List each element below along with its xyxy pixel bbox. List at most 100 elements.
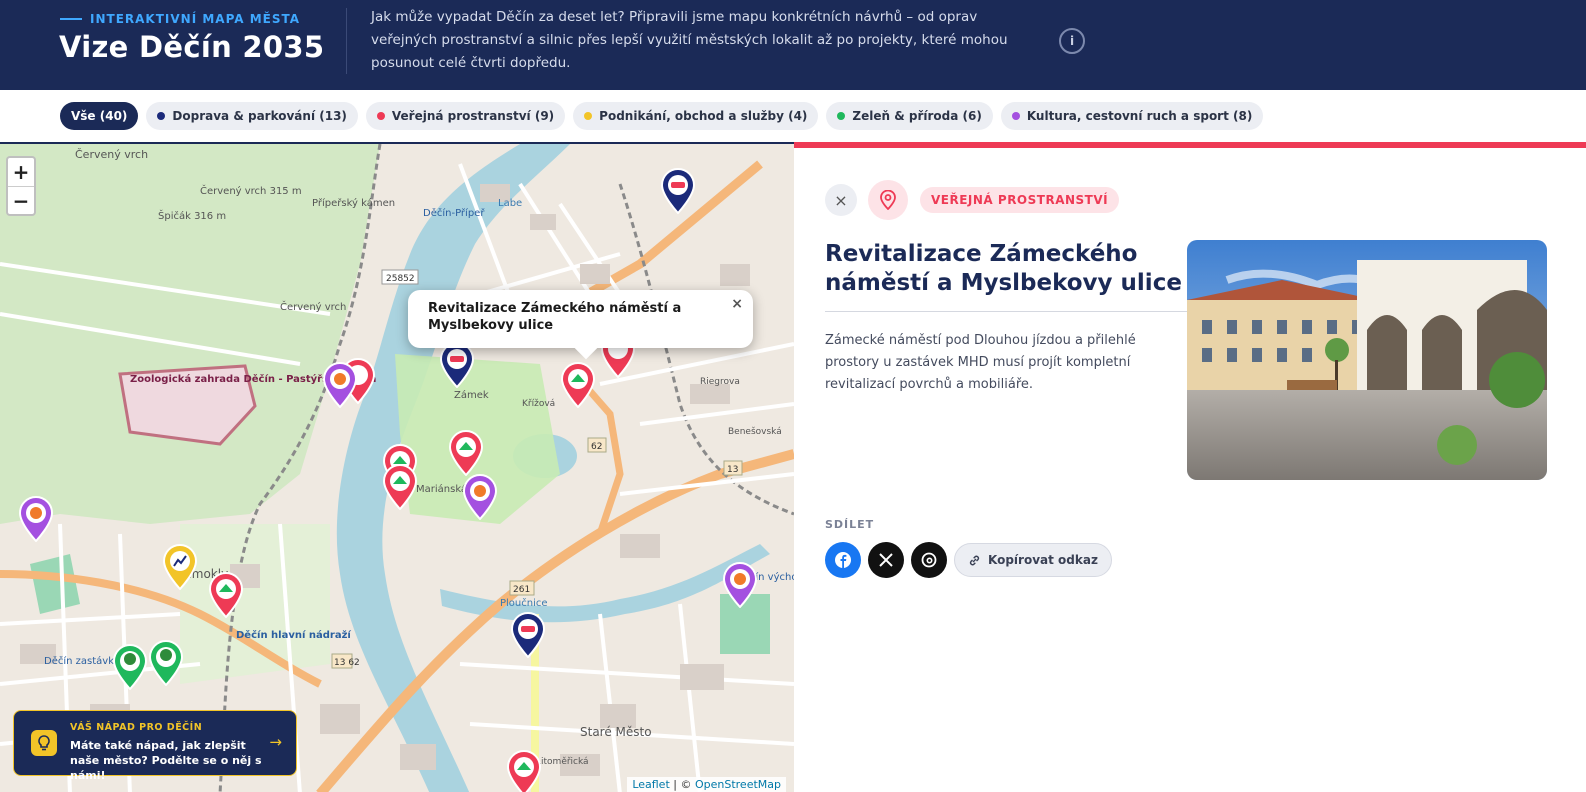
- zoom-in-button[interactable]: +: [8, 158, 34, 186]
- eyebrow-text: INTERAKTIVNÍ MAPA MĚSTA: [90, 12, 301, 26]
- header-intro: Jak může vypadat Děčín za deset let? Při…: [371, 9, 1008, 71]
- category-dot: [584, 112, 593, 120]
- ball-icon: [474, 485, 486, 497]
- map-attribution: Leaflet | © OpenStreetMap: [627, 777, 786, 792]
- popup-title: Revitalizace Zámeckého náměstí a Myslbek…: [428, 301, 682, 333]
- map-label: Děčín hlavní nádraží: [236, 629, 351, 641]
- link-icon: [969, 555, 980, 565]
- popup-close-button[interactable]: ×: [731, 296, 743, 313]
- map-pin-zelen[interactable]: [148, 640, 184, 686]
- map-label: Přípeřský kámen: [312, 197, 395, 209]
- category-filters: Vše (40) Doprava & parkování (13) Veřejn…: [60, 102, 1264, 130]
- road-number: 13 62: [334, 658, 360, 668]
- road-number: 261: [513, 585, 530, 595]
- zoom-out-button[interactable]: −: [8, 186, 34, 214]
- arrow-right-icon: →: [269, 733, 282, 751]
- map-pin-kultura[interactable]: [18, 496, 54, 542]
- filter-verejna-prostranstvi[interactable]: Veřejná prostranství (9): [365, 102, 566, 130]
- map-label: Staré Město: [580, 725, 652, 739]
- filter-doprava[interactable]: Doprava & parkování (13): [146, 102, 358, 130]
- road-number: 25852: [386, 274, 415, 284]
- map-pin-doprava[interactable]: [660, 168, 696, 214]
- eyebrow-line: [60, 18, 82, 20]
- info-button[interactable]: i: [1059, 28, 1085, 54]
- filter-label: Kultura, cestovní ruch a sport (8): [1026, 109, 1253, 123]
- idea-cta-card[interactable]: VÁŠ NÁPAD PRO DĚČÍN Máte také nápad, jak…: [13, 710, 297, 782]
- title-divider: [825, 311, 1187, 312]
- filter-label: Vše (40): [71, 109, 128, 123]
- close-button[interactable]: ×: [825, 184, 857, 216]
- threads-share-button[interactable]: [911, 542, 947, 578]
- share-label: SDÍLET: [825, 518, 875, 531]
- map-label: Benešovská: [728, 426, 782, 437]
- map-label: Litoměřická: [536, 757, 589, 767]
- map-pin-verejna[interactable]: [208, 572, 244, 618]
- map-pin-verejna[interactable]: [382, 464, 418, 510]
- map-pin-kultura[interactable]: [322, 362, 358, 408]
- detail-panel: × VEŘEJNÁ PROSTRANSTVÍ Revitalizace Záme…: [794, 142, 1586, 792]
- map-pin-podnikani[interactable]: [162, 544, 198, 590]
- map-label: Červený vrch 315 m: [200, 184, 302, 197]
- detail-title: Revitalizace Zámeckého náměstí a Myslbek…: [825, 241, 1182, 296]
- map-label: Zámek: [454, 389, 489, 401]
- header-eyebrow: INTERAKTIVNÍ MAPA MĚSTA: [60, 12, 300, 26]
- map-pin-doprava[interactable]: [510, 612, 546, 658]
- road-number: 13: [727, 465, 738, 475]
- map-pin-kultura[interactable]: [462, 474, 498, 520]
- filter-zelen[interactable]: Zeleň & příroda (6): [826, 102, 993, 130]
- facebook-icon: [835, 552, 851, 568]
- map-pin-verejna-selected[interactable]: [560, 362, 596, 408]
- road-number: 62: [591, 442, 602, 452]
- filter-all[interactable]: Vše (40): [60, 102, 139, 130]
- map-pin-doprava[interactable]: [439, 342, 475, 388]
- copy-link-label: Kopírovat odkaz: [988, 553, 1098, 567]
- attribution-separator: | ©: [669, 778, 695, 791]
- zoom-control: + −: [6, 156, 36, 216]
- map-label: Riegrova: [700, 377, 740, 387]
- category-dot: [157, 112, 166, 120]
- filter-label: Veřejná prostranství (9): [391, 109, 555, 123]
- category-dot: [1011, 112, 1020, 120]
- ball-icon: [334, 373, 346, 385]
- category-dot: [837, 112, 846, 120]
- idea-eyebrow: VÁŠ NÁPAD PRO DĚČÍN: [70, 722, 203, 733]
- category-dot: [376, 112, 385, 120]
- filter-label: Doprava & parkování (13): [172, 109, 347, 123]
- filter-podnikani[interactable]: Podnikání, obchod a služby (4): [573, 102, 819, 130]
- project-photo[interactable]: [1187, 240, 1547, 480]
- map-pin-verejna[interactable]: [506, 750, 542, 792]
- map-label: Labe: [498, 198, 522, 209]
- category-badge: VEŘEJNÁ PROSTRANSTVÍ: [920, 187, 1120, 213]
- threads-icon: [921, 552, 937, 568]
- detail-description: Zámecké náměstí pod Dlouhou jízdou a při…: [825, 333, 1136, 392]
- car-icon: [671, 182, 685, 188]
- map-label: Červený vrch: [280, 300, 346, 313]
- tree-icon: [124, 653, 136, 665]
- site-header: INTERAKTIVNÍ MAPA MĚSTA Vize Děčín 2035 …: [0, 0, 1586, 90]
- copy-link-button[interactable]: Kopírovat odkaz: [954, 543, 1112, 577]
- header-divider: [346, 8, 347, 74]
- ball-icon: [734, 573, 746, 585]
- map-label: Červený vrch: [75, 148, 148, 161]
- leaflet-link[interactable]: Leaflet: [632, 778, 669, 791]
- tree-icon: [160, 649, 172, 661]
- osm-link[interactable]: OpenStreetMap: [695, 778, 781, 791]
- map-view[interactable]: Červený vrch Červený vrch 315 m Špičák 3…: [0, 142, 794, 792]
- map-pin-verejna[interactable]: [448, 430, 484, 476]
- ball-icon: [30, 507, 42, 519]
- x-share-button[interactable]: [868, 542, 904, 578]
- share-buttons: Kopírovat odkaz: [825, 542, 1112, 578]
- filter-kultura[interactable]: Kultura, cestovní ruch a sport (8): [1000, 102, 1264, 130]
- map-pin-kultura[interactable]: [722, 562, 758, 608]
- map-pin-zelen[interactable]: [112, 644, 148, 690]
- facebook-share-button[interactable]: [825, 542, 861, 578]
- filter-label: Podnikání, obchod a služby (4): [599, 109, 808, 123]
- car-icon: [450, 356, 464, 362]
- map-popup[interactable]: Revitalizace Zámeckého náměstí a Myslbek…: [408, 290, 753, 360]
- map-label: Děčín zastávka: [44, 655, 120, 667]
- idea-text: Máte také nápad, jak zlepšit naše město?…: [70, 739, 262, 782]
- lightbulb-icon: [31, 730, 57, 756]
- site-title: Vize Děčín 2035: [59, 30, 325, 64]
- x-icon: [879, 553, 893, 567]
- map-pin-icon: [868, 180, 908, 220]
